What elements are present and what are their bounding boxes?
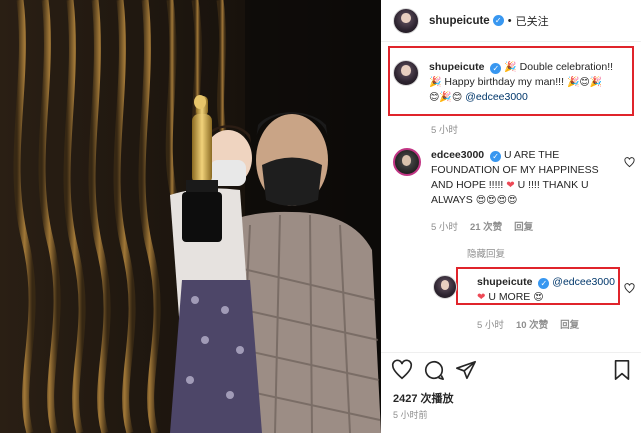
follow-button[interactable]: 已关注 (516, 13, 549, 29)
reply-reply-button[interactable]: 回复 (560, 317, 579, 331)
photo-illustration (0, 0, 381, 433)
caption: shupeicute ✓ 🎉 Double celebration!! 🎉 Ha… (393, 60, 629, 105)
heart-icon[interactable] (624, 157, 635, 168)
heart-emoji: ❤ (506, 180, 515, 191)
comment-username[interactable]: edcee3000 (431, 149, 484, 161)
comment-icon[interactable] (423, 359, 445, 381)
caption-time: 5 小时 (431, 125, 458, 136)
header-username[interactable]: shupeicute (429, 15, 490, 27)
comment-text-line3: AND HOPE !!!!! (431, 179, 504, 191)
separator: • (507, 14, 512, 27)
heart-eyes-emoji: 😍😍😍😍 (475, 195, 518, 206)
caption-text-line2: Happy birthday my man!!! (444, 76, 565, 88)
caption-mention[interactable]: @edcee3000 (465, 91, 528, 103)
avatar[interactable] (393, 60, 419, 86)
bookmark-icon[interactable] (611, 359, 633, 381)
smile-emoji: 😊🎉😊 (429, 92, 463, 103)
avatar[interactable] (393, 148, 421, 176)
verified-icon: ✓ (492, 15, 504, 26)
comment-meta: 5 小时 21 次赞 回复 (431, 219, 533, 233)
post-time: 5 小时前 (393, 410, 428, 420)
avatar[interactable] (433, 275, 457, 299)
reply-time: 5 小时 (477, 320, 504, 331)
caption-meta: 5 小时 (431, 122, 458, 136)
comment-body: edcee3000 ✓ U ARE THE FOUNDATION OF MY H… (431, 148, 621, 208)
caption-body: shupeicute ✓ 🎉 Double celebration!! 🎉 Ha… (429, 60, 629, 105)
party-emoji: 🎉 (429, 77, 442, 88)
party-emoji: 🎉😊🎉 (566, 77, 603, 88)
heart-eyes-emoji: 😍 (533, 292, 544, 303)
action-bar (381, 352, 641, 386)
party-emoji: 🎉 (504, 62, 517, 73)
caption-text-line1: Double celebration!! (519, 61, 614, 73)
view-count[interactable]: 2427 次播放 (393, 390, 454, 406)
post-side-panel: shupeicute ✓ • 已关注 shupeicute ✓ 🎉 Double… (381, 0, 641, 433)
caption-username[interactable]: shupeicute (429, 61, 484, 73)
comment-text-line4: ALWAYS (431, 194, 473, 206)
comment-time: 5 小时 (431, 222, 458, 233)
share-icon[interactable] (455, 359, 477, 381)
verified-icon: ✓ (490, 63, 502, 74)
comment-reply-button[interactable]: 回复 (514, 219, 533, 233)
reply-username[interactable]: shupeicute (477, 276, 532, 288)
heart-emoji: ❤ (477, 292, 486, 303)
comment: edcee3000 ✓ U ARE THE FOUNDATION OF MY H… (393, 148, 629, 208)
verified-icon: ✓ (490, 151, 502, 162)
heart-icon[interactable] (624, 283, 635, 294)
reply-mention[interactable]: @edcee3000 (552, 276, 615, 288)
reply-likes[interactable]: 10 次赞 (516, 317, 548, 331)
reply: shupeicute ✓ @edcee3000 ❤ U MORE 😍 (433, 275, 623, 305)
post-photo[interactable] (0, 0, 381, 433)
like-icon[interactable] (391, 359, 413, 381)
comment-likes[interactable]: 21 次赞 (470, 219, 502, 233)
reply-meta: 5 小时 10 次赞 回复 (477, 317, 579, 331)
comment-text-line2: FOUNDATION OF MY HAPPINESS (431, 164, 599, 176)
reply-body: shupeicute ✓ @edcee3000 ❤ U MORE 😍 (477, 275, 623, 305)
header-user: shupeicute ✓ • 已关注 (429, 13, 549, 29)
post-header: shupeicute ✓ • 已关注 (381, 0, 641, 42)
verified-icon: ✓ (538, 278, 550, 289)
comment-text-line3b: U !!!! THANK U (517, 179, 589, 191)
hide-replies-button[interactable]: 隐藏回复 (467, 246, 505, 260)
reply-text: U MORE (488, 291, 531, 303)
avatar[interactable] (393, 7, 419, 34)
comment-text-line1: U ARE THE (503, 149, 560, 161)
